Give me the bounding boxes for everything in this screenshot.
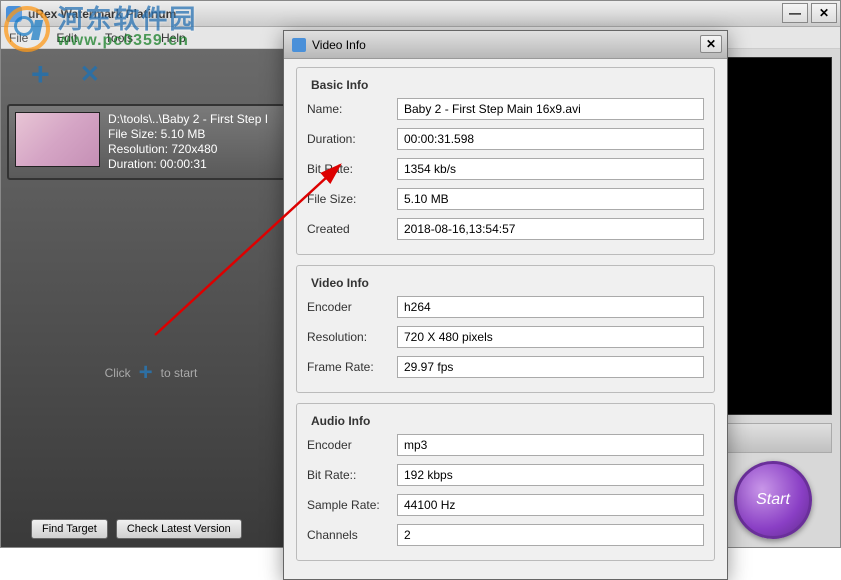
hint-click: Click <box>105 366 131 380</box>
resolution-label: Resolution: <box>307 330 397 344</box>
menu-edit[interactable]: Edit <box>56 31 77 45</box>
samplerate-value: 44100 Hz <box>397 494 704 516</box>
window-buttons: — ✕ <box>782 3 837 23</box>
vencoder-label: Encoder <box>307 300 397 314</box>
dialog-title: Video Info <box>312 38 366 52</box>
file-size: File Size: 5.10 MB <box>108 127 268 142</box>
dialog-close-button[interactable]: ✕ <box>700 35 722 53</box>
duration-value: 00:00:31.598 <box>397 128 704 150</box>
app-icon <box>6 6 22 22</box>
name-label: Name: <box>307 102 397 116</box>
video-info-group: Video Info Encoderh264 Resolution:720 X … <box>296 265 715 393</box>
file-info: D:\tools\..\Baby 2 - First Step I File S… <box>108 112 268 172</box>
name-value: Baby 2 - First Step Main 16x9.avi <box>397 98 704 120</box>
duration-label: Duration: <box>307 132 397 146</box>
channels-label: Channels <box>307 528 397 542</box>
hint-plus-icon[interactable]: + <box>139 359 153 387</box>
filesize-value: 5.10 MB <box>397 188 704 210</box>
titlebar: uRex Watermark Platinum — ✕ <box>1 1 840 27</box>
left-panel: + ✕ D:\tools\..\Baby 2 - First Step I Fi… <box>1 49 301 547</box>
left-toolbar: + ✕ <box>1 49 301 99</box>
audio-info-group: Audio Info Encodermp3 Bit Rate::192 kbps… <box>296 403 715 561</box>
file-duration: Duration: 00:00:31 <box>108 157 268 172</box>
video-info-dialog: Video Info ✕ Basic Info Name:Baby 2 - Fi… <box>283 30 728 580</box>
framerate-value: 29.97 fps <box>397 356 704 378</box>
basic-info-group: Basic Info Name:Baby 2 - First Step Main… <box>296 67 715 255</box>
menu-help[interactable]: Help <box>161 31 186 45</box>
add-icon[interactable]: + <box>31 56 50 93</box>
audio-info-legend: Audio Info <box>307 414 374 428</box>
dialog-titlebar: Video Info ✕ <box>284 31 727 59</box>
created-label: Created <box>307 222 397 236</box>
aencoder-value: mp3 <box>397 434 704 456</box>
abitrate-label: Bit Rate:: <box>307 468 397 482</box>
created-value: 2018-08-16,13:54:57 <box>397 218 704 240</box>
file-thumbnail <box>15 112 100 167</box>
file-item[interactable]: D:\tools\..\Baby 2 - First Step I File S… <box>7 104 295 180</box>
menu-file[interactable]: File <box>9 31 28 45</box>
close-button[interactable]: ✕ <box>811 3 837 23</box>
start-button[interactable]: Start <box>734 461 812 539</box>
menu-tools[interactable]: Tools <box>105 31 133 45</box>
aencoder-label: Encoder <box>307 438 397 452</box>
samplerate-label: Sample Rate: <box>307 498 397 512</box>
resolution-value: 720 X 480 pixels <box>397 326 704 348</box>
bitrate-value: 1354 kb/s <box>397 158 704 180</box>
check-version-button[interactable]: Check Latest Version <box>116 519 242 539</box>
bottom-buttons: Find Target Check Latest Version <box>31 519 242 539</box>
click-hint: Click + to start <box>1 359 301 387</box>
file-resolution: Resolution: 720x480 <box>108 142 268 157</box>
channels-value: 2 <box>397 524 704 546</box>
hint-to-start: to start <box>161 366 198 380</box>
bitrate-label: Bit Rate: <box>307 162 397 176</box>
filesize-label: File Size: <box>307 192 397 206</box>
abitrate-value: 192 kbps <box>397 464 704 486</box>
minimize-button[interactable]: — <box>782 3 808 23</box>
vencoder-value: h264 <box>397 296 704 318</box>
remove-icon[interactable]: ✕ <box>80 60 100 89</box>
file-path: D:\tools\..\Baby 2 - First Step I <box>108 112 268 127</box>
dialog-body: Basic Info Name:Baby 2 - First Step Main… <box>284 59 727 579</box>
dialog-icon <box>292 38 306 52</box>
framerate-label: Frame Rate: <box>307 360 397 374</box>
video-info-legend: Video Info <box>307 276 373 290</box>
basic-info-legend: Basic Info <box>307 78 372 92</box>
find-target-button[interactable]: Find Target <box>31 519 108 539</box>
app-title: uRex Watermark Platinum <box>28 7 176 21</box>
